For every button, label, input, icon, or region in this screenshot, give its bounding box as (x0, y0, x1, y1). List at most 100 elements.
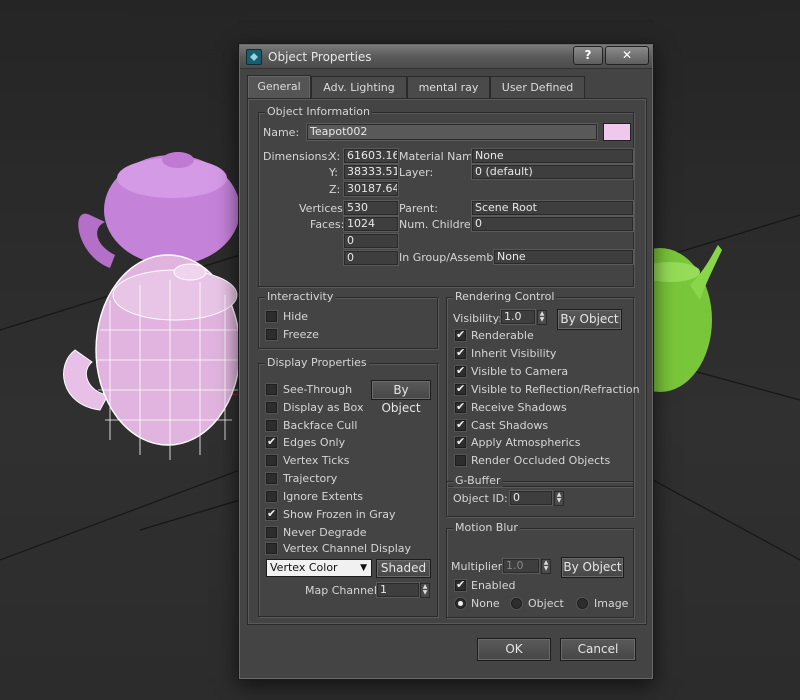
multiplier-input[interactable]: 1.0 (503, 559, 539, 573)
gbuffer-title: G-Buffer (453, 474, 503, 487)
name-label: Name: (263, 126, 300, 139)
material-name-value: None (472, 149, 633, 163)
object-properties-dialog: Object Properties ? ✕ General Adv. Light… (238, 43, 654, 680)
object-information-group: Object Information Name: Teapot002 Dimen… (258, 105, 634, 287)
edges-only-checkbox[interactable] (266, 435, 277, 448)
apply-atmospherics-checkbox[interactable] (455, 435, 466, 448)
dim-y-label: Y: (329, 166, 338, 179)
dimensions-label: Dimensions: (263, 150, 331, 163)
vertex-color-value: Vertex Color (270, 561, 338, 574)
close-button[interactable]: ✕ (605, 46, 649, 65)
dim-x-label: X: (329, 150, 341, 163)
never-degrade-label: Never Degrade (283, 526, 367, 539)
parent-label: Parent: (399, 202, 438, 215)
see-through-label: See-Through (283, 383, 353, 396)
wireframe-teapot (63, 254, 241, 460)
extra-count-1-value: 0 (344, 234, 398, 248)
tab-user-defined[interactable]: User Defined (490, 76, 585, 98)
backface-cull-label: Backface Cull (283, 419, 358, 432)
dropdown-arrow-icon: ▼ (360, 563, 367, 573)
cast-shadows-checkbox[interactable] (455, 418, 466, 431)
display-as-box-checkbox[interactable] (266, 402, 277, 413)
tab-strip: General Adv. Lighting mental ray User De… (247, 75, 645, 99)
help-button[interactable]: ? (573, 46, 603, 65)
dim-z-value: 30187.645 (344, 182, 398, 196)
renderable-label: Renderable (471, 329, 534, 342)
inherit-visibility-label: Inherit Visibility (471, 347, 557, 360)
render-occluded-objects-checkbox[interactable] (455, 455, 466, 466)
multiplier-label: Multiplier: (451, 560, 506, 573)
hide-label: Hide (283, 310, 309, 323)
visible-to-reflection-checkbox[interactable] (455, 382, 466, 395)
edges-only-label: Edges Only (283, 436, 346, 449)
rendering-control-title: Rendering Control (453, 290, 557, 303)
title-bar[interactable]: Object Properties ? ✕ (240, 45, 652, 69)
show-frozen-in-gray-label: Show Frozen in Gray (283, 508, 396, 521)
tab-general[interactable]: General (247, 75, 311, 99)
trajectory-label: Trajectory (283, 472, 338, 485)
vertex-channel-display-checkbox[interactable] (266, 543, 277, 554)
receive-shadows-label: Receive Shadows (471, 401, 567, 414)
rendering-by-object-button[interactable]: By Object (557, 309, 622, 330)
freeze-checkbox[interactable] (266, 329, 277, 340)
vertex-ticks-checkbox[interactable] (266, 455, 277, 466)
layer-label: Layer: (399, 166, 434, 179)
receive-shadows-checkbox[interactable] (455, 400, 466, 413)
display-by-object-button[interactable]: By Object (371, 380, 431, 415)
tab-adv-lighting[interactable]: Adv. Lighting (311, 76, 407, 98)
trajectory-checkbox[interactable] (266, 473, 277, 484)
map-channel-input[interactable]: 1 (377, 583, 419, 597)
tab-mental-ray[interactable]: mental ray (407, 76, 490, 98)
display-as-box-label: Display as Box (283, 401, 364, 414)
motion-blur-by-object-button[interactable]: By Object (561, 557, 624, 578)
backface-cull-checkbox[interactable] (266, 420, 277, 431)
object-id-input[interactable]: 0 (510, 491, 552, 505)
num-children-label: Num. Children: (399, 218, 482, 231)
object-name-input[interactable]: Teapot002 (307, 124, 597, 140)
layer-value: 0 (default) (472, 165, 633, 179)
multiplier-spinner[interactable]: ▲ ▼ (541, 559, 551, 574)
vertex-channel-display-label: Vertex Channel Display (283, 542, 412, 555)
vertex-ticks-label: Vertex Ticks (283, 454, 350, 467)
group-assembly-label: In Group/Assembly: (399, 251, 506, 264)
motion-blur-title: Motion Blur (453, 521, 520, 534)
motion-blur-object-label: Object (528, 597, 564, 610)
apply-atmospherics-label: Apply Atmospherics (471, 436, 581, 449)
map-channel-spinner[interactable]: ▲ ▼ (420, 583, 430, 598)
cast-shadows-label: Cast Shadows (471, 419, 549, 432)
interactivity-group: Interactivity Hide Freeze (258, 290, 438, 349)
visibility-spinner[interactable]: ▲ ▼ (537, 310, 547, 325)
general-tab-panel: Object Information Name: Teapot002 Dimen… (247, 98, 647, 625)
shaded-button[interactable]: Shaded (376, 559, 431, 578)
inherit-visibility-checkbox[interactable] (455, 346, 466, 359)
faces-value: 1024 (344, 217, 398, 231)
motion-blur-enabled-checkbox[interactable] (455, 578, 466, 591)
hide-checkbox[interactable] (266, 311, 277, 322)
parent-value: Scene Root (472, 201, 633, 215)
ignore-extents-checkbox[interactable] (266, 491, 277, 502)
cancel-button[interactable]: Cancel (560, 638, 636, 661)
dim-x-value: 61603.161 (344, 149, 398, 163)
renderable-checkbox[interactable] (455, 328, 466, 341)
object-color-swatch[interactable] (603, 123, 631, 141)
dim-z-label: Z: (329, 183, 341, 196)
visible-to-camera-label: Visible to Camera (471, 365, 569, 378)
visibility-label: Visibility: (453, 312, 503, 325)
never-degrade-checkbox[interactable] (266, 527, 277, 538)
visibility-input[interactable]: 1.0 (501, 310, 535, 324)
motion-blur-image-radio[interactable] (577, 598, 588, 609)
gbuffer-group: G-Buffer Object ID: 0 ▲ ▼ (446, 474, 634, 517)
see-through-checkbox[interactable] (266, 384, 277, 395)
motion-blur-group: Motion Blur Multiplier: 1.0 ▲ ▼ By Object… (446, 521, 634, 618)
motion-blur-object-radio[interactable] (511, 598, 522, 609)
object-id-spinner[interactable]: ▲ ▼ (554, 491, 564, 506)
show-frozen-in-gray-checkbox[interactable] (266, 507, 277, 520)
material-name-label: Material Name: (399, 150, 484, 163)
visible-to-camera-checkbox[interactable] (455, 364, 466, 377)
object-id-label: Object ID: (453, 492, 508, 505)
ok-button[interactable]: OK (477, 638, 551, 661)
rendering-control-group: Rendering Control Visibility: 1.0 ▲ ▼ By … (446, 290, 640, 487)
vertex-color-dropdown[interactable]: Vertex Color ▼ (266, 559, 372, 577)
motion-blur-none-radio[interactable] (455, 598, 466, 609)
dim-y-value: 38333.515 (344, 165, 398, 179)
